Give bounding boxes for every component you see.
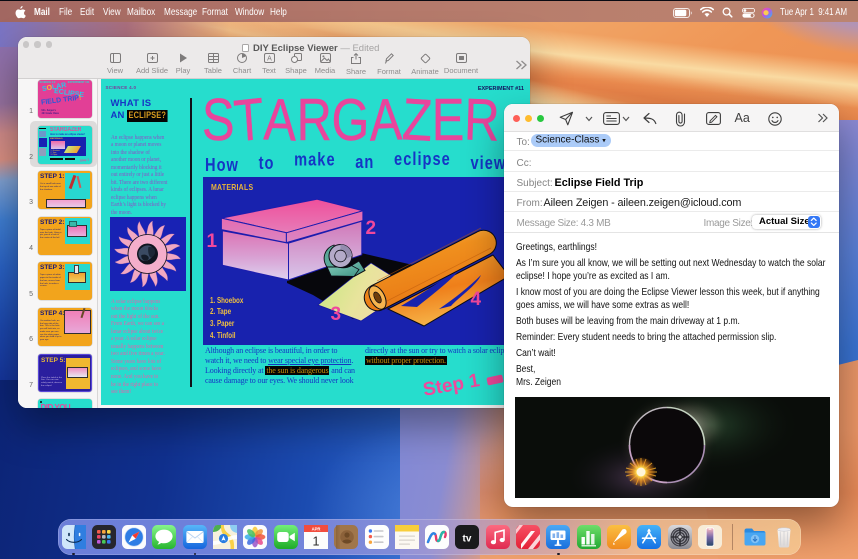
svg-text:A: A xyxy=(267,56,272,63)
svg-text:1: 1 xyxy=(312,535,319,549)
svg-text:tv: tv xyxy=(463,534,472,545)
svg-text:APR: APR xyxy=(311,526,320,531)
